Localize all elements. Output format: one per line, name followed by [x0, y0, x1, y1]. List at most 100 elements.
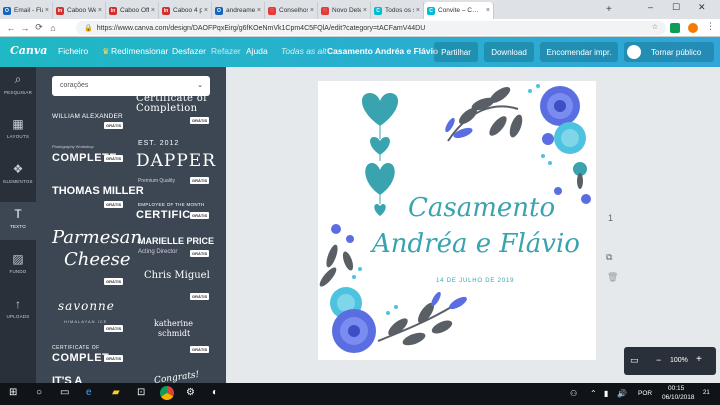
text-sample-certific[interactable]: CERTIFIC [136, 209, 191, 221]
edge-icon[interactable]: e [86, 387, 92, 398]
download-button[interactable]: Download [484, 42, 534, 62]
app-icon[interactable]: ◐ [212, 387, 218, 398]
canva-logo[interactable]: Canva [10, 44, 47, 57]
make-public-button[interactable]: Tornar público [624, 42, 714, 62]
help-menu[interactable]: Ajuda [246, 46, 268, 56]
clock-date[interactable]: 06/10/2018 [662, 394, 695, 401]
delete-page-icon[interactable]: 🗑 [607, 272, 618, 283]
text-sample-dapper[interactable]: DAPPER [136, 151, 216, 171]
card-title-line1[interactable]: Casamento [408, 193, 555, 223]
text-sample-acting-director[interactable]: Acting Director [138, 249, 177, 255]
present-icon[interactable]: ▭ [630, 355, 639, 366]
browser-tab[interactable]: ♡Novo Dete…× [318, 2, 371, 19]
document-title[interactable]: Casamento Andréa e Flávio [327, 46, 438, 56]
duplicate-page-icon[interactable]: ⧉ [606, 252, 612, 263]
forward-icon[interactable]: → [18, 23, 32, 33]
share-button[interactable]: Partilhar [434, 42, 478, 62]
store-icon[interactable]: ⊡ [137, 387, 145, 398]
new-tab-button[interactable]: + [606, 4, 612, 15]
sidebar-item-texto[interactable]: T TEXTO [0, 202, 36, 240]
text-sample-schmidt[interactable]: schmidt [158, 329, 190, 338]
close-tab-icon[interactable]: × [416, 7, 420, 14]
browser-tab[interactable]: inCaboo Welc…× [53, 2, 106, 19]
sidebar-item-layouts[interactable]: ▦ LAYOUTS [0, 112, 36, 150]
text-sample-chris-miguel[interactable]: Chris Miguel [144, 270, 210, 281]
home-icon[interactable]: ⌂ [46, 23, 60, 33]
close-tab-icon[interactable]: × [151, 7, 155, 14]
chevron-down-icon[interactable]: ⌄ [197, 81, 203, 89]
text-sample-william-alexander[interactable]: WILLIAM ALEXANDER [52, 113, 123, 120]
volume-icon[interactable]: 🔊 [617, 389, 627, 398]
text-sample-cheese[interactable]: Cheese [64, 249, 131, 270]
task-view-icon[interactable]: ▭ [60, 387, 69, 398]
language-indicator[interactable]: POR [638, 390, 652, 397]
close-window-icon[interactable]: ✕ [698, 2, 706, 13]
text-sample-marielle-price[interactable]: MARIELLE PRICE [138, 236, 214, 246]
browser-tab[interactable]: ♡Conselhos…× [265, 2, 318, 19]
text-sample-certificate[interactable]: Certificate of Completion [136, 94, 214, 114]
browser-tab[interactable]: OEmail - Flá…× [0, 2, 53, 19]
settings-icon[interactable]: ⚙ [186, 387, 195, 398]
zoom-in-button[interactable]: + [696, 354, 702, 365]
text-sample-certificate-of[interactable]: CERTIFICATE OF [52, 345, 100, 351]
file-menu[interactable]: Ficheiro [58, 46, 88, 56]
sidebar-item-uploads[interactable]: ↑ UPLOADS [0, 292, 36, 330]
file-explorer-icon[interactable]: ▰ [112, 387, 120, 398]
text-sample-est-2012[interactable]: EST. 2012 [138, 140, 179, 147]
sidebar-item-elementos[interactable]: ❖ ELEMENTOS [0, 157, 36, 195]
text-sample-savonne[interactable]: savonne [58, 299, 115, 313]
zoom-out-button[interactable]: − [656, 355, 661, 365]
network-icon[interactable]: ▮ [604, 389, 608, 398]
people-icon[interactable]: ⚇ [570, 389, 577, 398]
undo-button[interactable]: Desfazer [172, 46, 206, 56]
browser-tab[interactable]: inCaboo Off…× [106, 2, 159, 19]
close-tab-icon[interactable]: × [45, 7, 49, 14]
redo-button[interactable]: Refazer [211, 46, 241, 56]
text-sample-complet[interactable]: COMPLET [52, 352, 109, 364]
back-icon[interactable]: ← [4, 23, 18, 33]
text-sample-premium-quality[interactable]: Premium Quality [138, 178, 175, 184]
close-tab-icon[interactable]: × [363, 7, 367, 14]
notification-badge[interactable]: 21 [703, 390, 710, 396]
invitation-card[interactable]: Casamento Andréa e Flávio 14 DE JULHO DE… [318, 81, 596, 360]
windows-start-icon[interactable]: ⊞ [9, 387, 17, 398]
text-sample-photography[interactable]: Photography Workshop [52, 144, 94, 149]
close-tab-icon[interactable]: × [257, 7, 261, 14]
order-print-button[interactable]: Encomendar impr. [540, 42, 618, 62]
sidebar-item-fundo[interactable]: ▨ FUNDO [0, 247, 36, 285]
profile-avatar[interactable] [688, 23, 698, 33]
reload-icon[interactable]: ⟳ [32, 22, 46, 33]
card-title-line2[interactable]: Andréa e Flávio [372, 229, 580, 259]
tab-favicon-icon: C [374, 6, 382, 15]
sidebar-item-pesquisar[interactable]: ⌕ PESQUISAR [0, 67, 36, 105]
browser-tab[interactable]: CTodos os sit…× [371, 2, 424, 19]
text-sample-thomas-miller[interactable]: THOMAS MILLER [52, 185, 144, 197]
text-sample-employee[interactable]: EMPLOYEE OF THE MONTH [138, 202, 204, 207]
text-sample-katherine[interactable]: katherine [154, 319, 193, 328]
text-sample-parmesan[interactable]: Parmesan [52, 227, 142, 248]
close-tab-icon[interactable]: × [486, 7, 490, 14]
close-tab-icon[interactable]: × [310, 7, 314, 14]
card-date[interactable]: 14 DE JULHO DE 2019 [436, 278, 514, 284]
chrome-icon[interactable] [160, 386, 174, 400]
minimize-icon[interactable]: – [648, 2, 653, 12]
hanging-hearts[interactable] [361, 93, 399, 216]
bookmark-star-icon[interactable]: ☆ [652, 23, 658, 31]
url-input[interactable]: 🔒 https://www.canva.com/design/DAOFPqxEi… [76, 21, 666, 35]
browser-tab[interactable]: C Convite – C… × [424, 2, 494, 19]
maximize-icon[interactable]: ☐ [672, 2, 680, 13]
browser-menu-icon[interactable]: ⋮ [706, 21, 715, 32]
text-sample-its-a[interactable]: IT'S A [52, 375, 82, 383]
browser-tab[interactable]: Oandreame…× [212, 2, 265, 19]
close-tab-icon[interactable]: × [98, 7, 102, 14]
cortana-icon[interactable]: ○ [36, 387, 42, 398]
resize-menu[interactable]: Redimensionar [111, 46, 168, 56]
text-sample-congrats[interactable]: Congrats! [154, 370, 200, 383]
clock-time[interactable]: 00:15 [668, 385, 684, 392]
browser-tab[interactable]: inCaboo 4 pr…× [159, 2, 212, 19]
text-sample-himalayan[interactable]: HIMALAYAN ICE [64, 319, 107, 324]
close-tab-icon[interactable]: × [204, 7, 208, 14]
extension-icon[interactable] [670, 23, 680, 33]
tray-chevron-icon[interactable]: ⌃ [590, 389, 597, 398]
zoom-level[interactable]: 100% [670, 357, 688, 364]
